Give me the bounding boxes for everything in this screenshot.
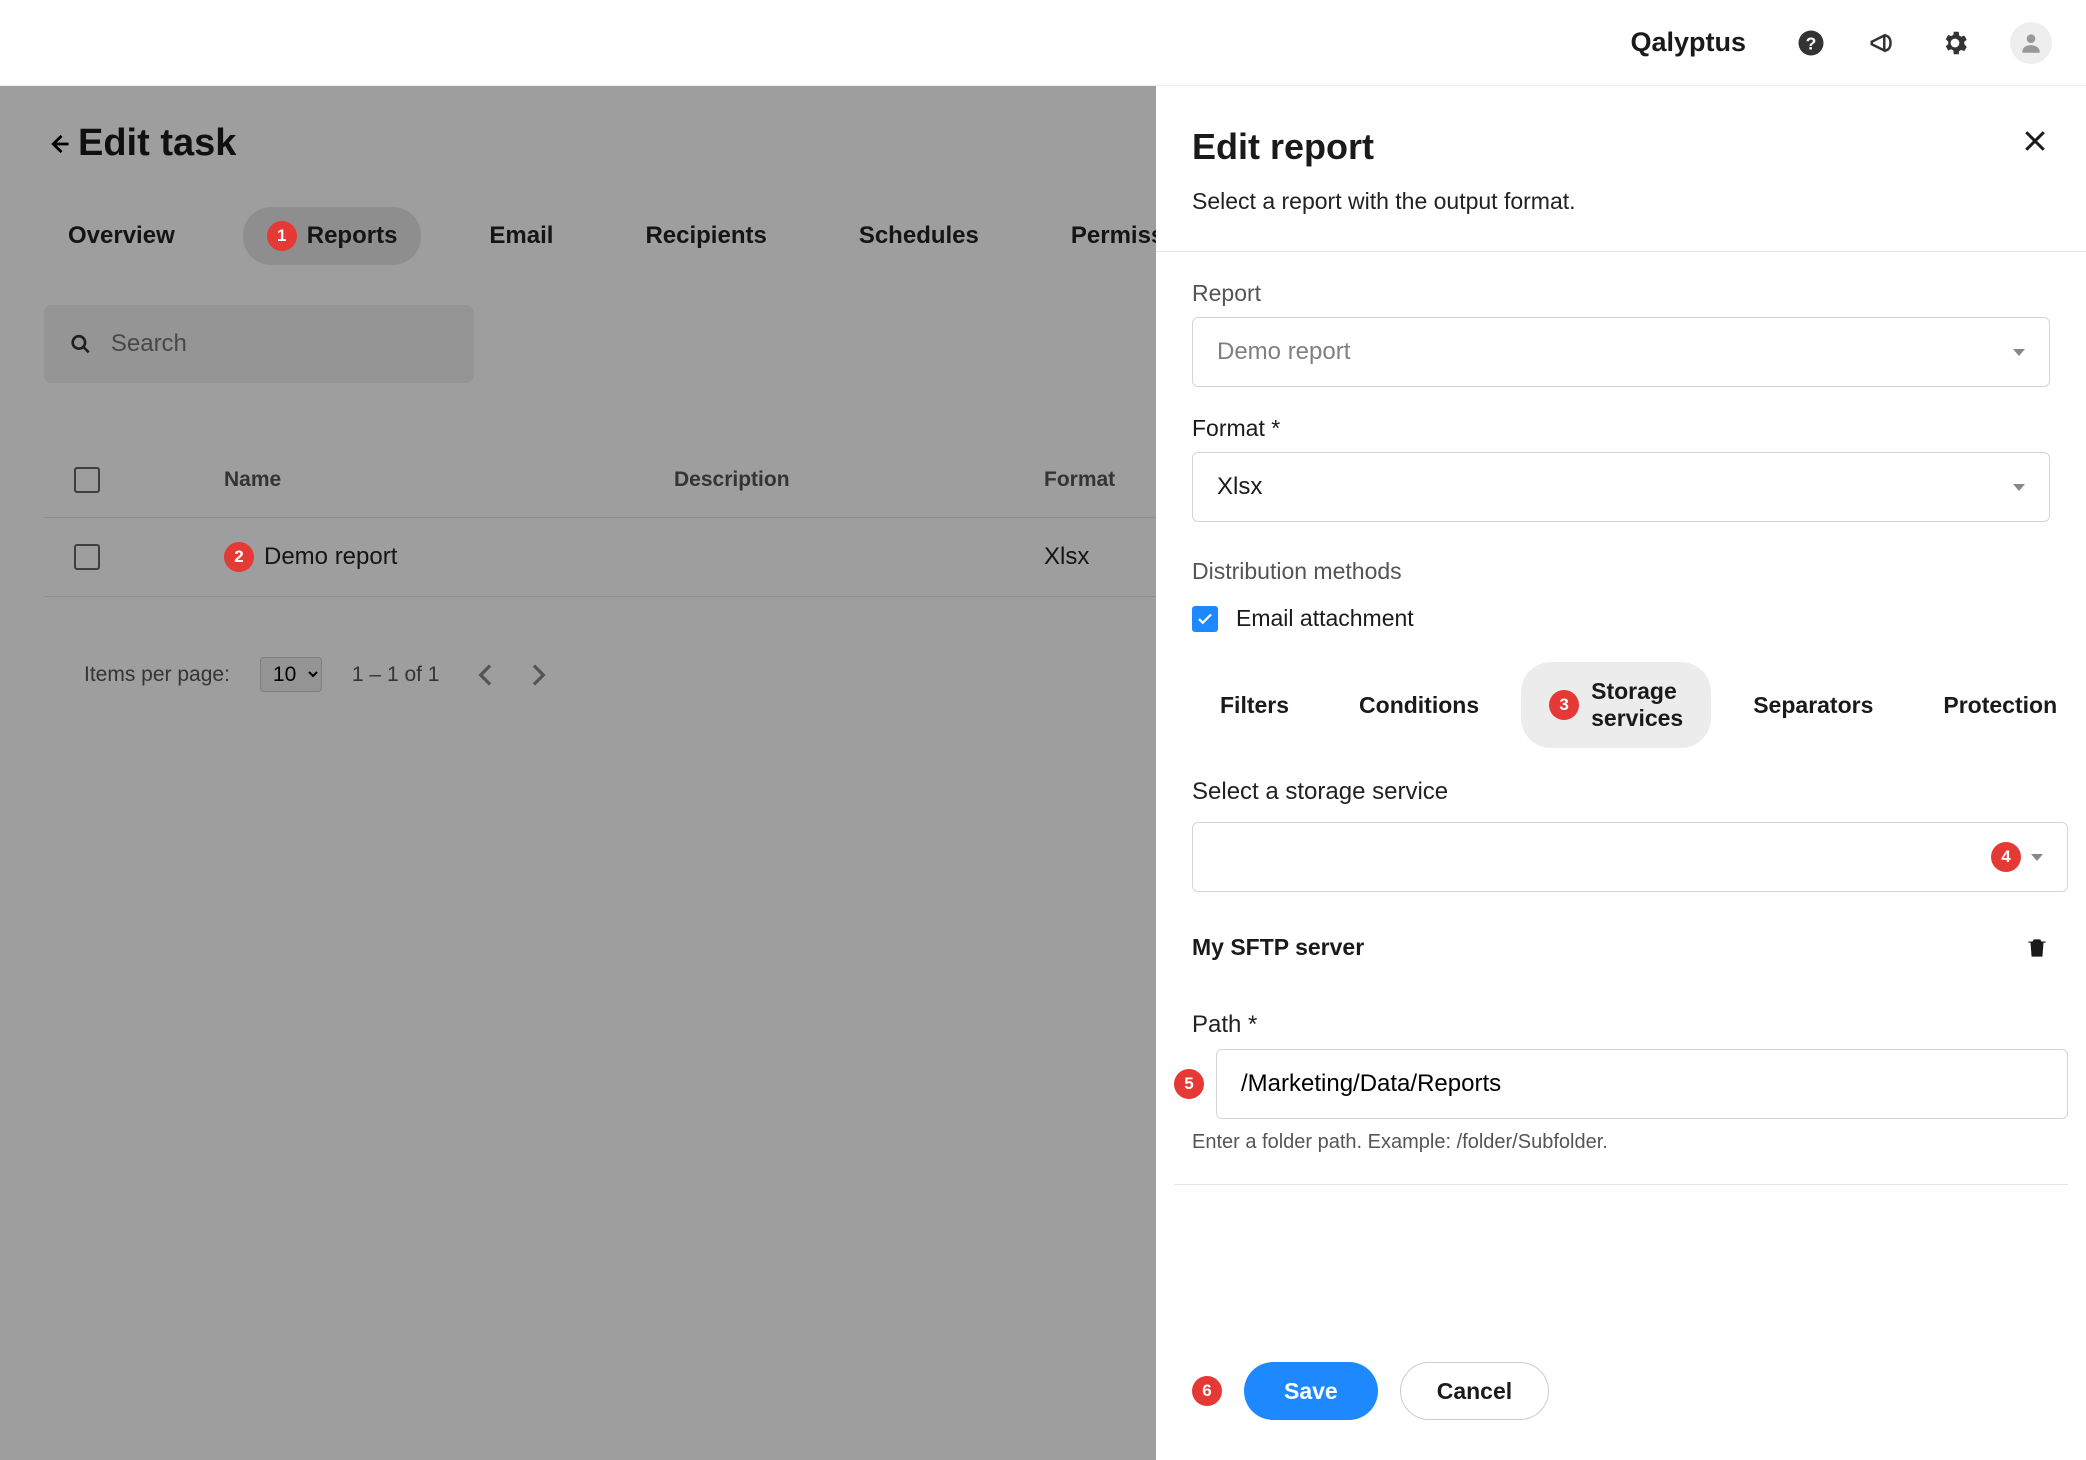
subtab-separators[interactable]: Separators xyxy=(1725,676,1901,735)
announcements-icon[interactable] xyxy=(1866,26,1900,60)
save-button[interactable]: Save xyxy=(1244,1362,1378,1420)
report-field-label: Report xyxy=(1192,280,2050,307)
format-field-label: Format * xyxy=(1192,415,2050,442)
path-hint: Enter a folder path. Example: /folder/Su… xyxy=(1174,1119,2068,1185)
top-bar: Qalyptus ? xyxy=(0,0,2086,86)
storage-select[interactable]: 4 xyxy=(1192,822,2068,892)
chevron-down-icon xyxy=(2031,854,2043,861)
subtab-storage[interactable]: 3 Storage services xyxy=(1521,662,1711,748)
storage-select-label: Select a storage service xyxy=(1174,778,2068,806)
report-select-value: Demo report xyxy=(1217,338,1350,366)
delete-storage-icon[interactable] xyxy=(2024,935,2050,961)
email-attachment-label: Email attachment xyxy=(1236,605,1414,632)
close-icon[interactable] xyxy=(2020,126,2050,156)
subtab-conditions[interactable]: Conditions xyxy=(1331,676,1507,735)
brand-label: Qalyptus xyxy=(1630,27,1746,58)
avatar-button[interactable] xyxy=(2010,22,2052,64)
callout-4: 4 xyxy=(1991,842,2021,872)
format-select[interactable]: Xlsx xyxy=(1192,452,2050,522)
chevron-down-icon xyxy=(2013,349,2025,356)
edit-report-drawer: Edit report Select a report with the out… xyxy=(1156,86,2086,1460)
callout-6: 6 xyxy=(1192,1376,1222,1406)
help-icon[interactable]: ? xyxy=(1794,26,1828,60)
settings-icon[interactable] xyxy=(1938,26,1972,60)
callout-1: 1 xyxy=(267,221,297,251)
drawer-footer: 6 Save Cancel xyxy=(1156,1332,2086,1460)
subtab-protection[interactable]: Protection xyxy=(1915,676,2085,735)
report-select[interactable]: Demo report xyxy=(1192,317,2050,387)
drawer-title: Edit report xyxy=(1192,126,1374,168)
chevron-down-icon xyxy=(2013,484,2025,491)
distribution-label: Distribution methods xyxy=(1156,522,2086,605)
storage-server-name: My SFTP server xyxy=(1192,934,1364,961)
subtab-bar: Filters Conditions 3 Storage services Se… xyxy=(1156,662,2086,748)
subtab-storage-label: Storage services xyxy=(1591,678,1683,732)
callout-3: 3 xyxy=(1549,690,1579,720)
drawer-subtitle: Select a report with the output format. xyxy=(1156,168,2086,252)
callout-2: 2 xyxy=(224,542,254,572)
path-field-label: Path * xyxy=(1174,989,2068,1049)
format-select-value: Xlsx xyxy=(1217,473,1262,501)
path-input[interactable] xyxy=(1216,1049,2068,1119)
callout-5: 5 xyxy=(1174,1069,1204,1099)
cancel-button[interactable]: Cancel xyxy=(1400,1362,1549,1420)
email-attachment-checkbox[interactable] xyxy=(1192,606,1218,632)
svg-text:?: ? xyxy=(1806,33,1817,53)
subtab-filters[interactable]: Filters xyxy=(1192,676,1317,735)
